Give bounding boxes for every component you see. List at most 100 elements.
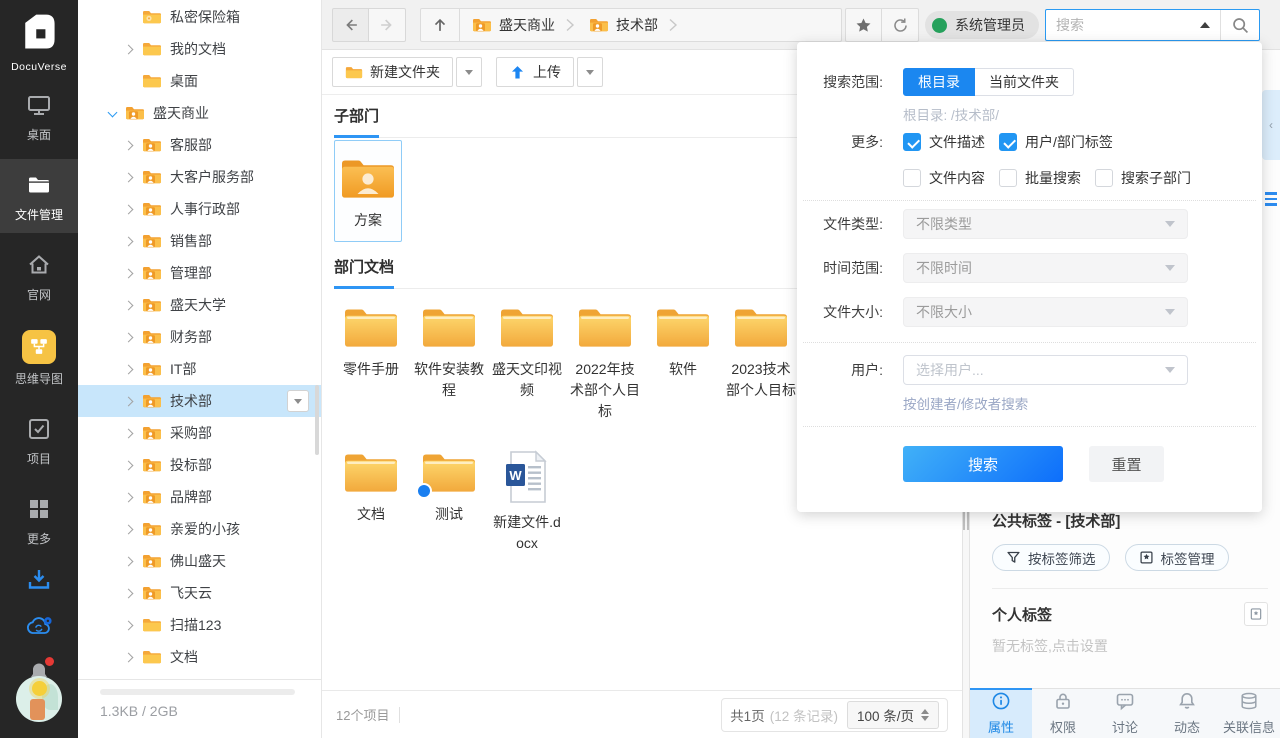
tree-item[interactable]: 盛天商业 <box>78 97 321 129</box>
chevron-right-icon[interactable] <box>122 458 136 472</box>
file-tile[interactable]: W新建文件.docx <box>488 436 566 560</box>
tree-item[interactable]: 扫描123 <box>78 609 321 641</box>
back-button[interactable] <box>332 8 369 42</box>
time-range-select[interactable]: 不限时间 <box>903 253 1188 283</box>
checkbox-unchecked-icon[interactable] <box>999 169 1017 187</box>
search-input[interactable]: 搜索 <box>1046 15 1200 35</box>
tag-manage-button[interactable]: 标签管理 <box>1125 544 1229 571</box>
new-folder-button[interactable]: 新建文件夹 <box>332 57 453 87</box>
checkbox-unchecked-icon[interactable] <box>903 169 921 187</box>
rail-item-desktop[interactable]: 桌面 <box>0 79 78 153</box>
search-option-checkbox[interactable]: 搜索子部门 <box>1095 168 1191 188</box>
search-option-checkbox[interactable]: 用户/部门标签 <box>999 132 1113 152</box>
chevron-right-icon[interactable] <box>122 426 136 440</box>
collapse-panel-icon[interactable] <box>1200 22 1210 28</box>
chevron-right-icon[interactable] <box>122 202 136 216</box>
rail-item-mindmap[interactable]: 思维导图 <box>0 319 78 397</box>
tree-item[interactable]: 飞天云 <box>78 577 321 609</box>
folder-tile[interactable]: 盛天文印视频 <box>488 291 566 428</box>
search-button[interactable]: 搜索 <box>903 446 1063 482</box>
tab-activity[interactable]: 动态 <box>1156 689 1218 738</box>
chevron-right-icon[interactable] <box>122 554 136 568</box>
folder-tile[interactable]: 2022年技术部个人目标 <box>566 291 644 428</box>
tree-item[interactable]: 大客户服务部 <box>78 161 321 193</box>
rail-item-more[interactable]: 更多 <box>0 483 78 557</box>
chevron-right-icon[interactable] <box>122 138 136 152</box>
search-box[interactable]: 搜索 <box>1045 9 1260 41</box>
chevron-right-icon[interactable] <box>122 394 136 408</box>
current-user-badge[interactable]: 系统管理员 <box>925 11 1039 39</box>
chevron-right-icon[interactable] <box>122 170 136 184</box>
tree-item[interactable]: 亲爱的小孩 <box>78 513 321 545</box>
folder-tile[interactable]: 文档 <box>332 436 410 560</box>
tree-item[interactable]: 品牌部 <box>78 481 321 513</box>
checkbox-checked-icon[interactable] <box>999 133 1017 151</box>
scope-option-current[interactable]: 当前文件夹 <box>975 68 1074 96</box>
tree-item[interactable]: 采购部 <box>78 417 321 449</box>
tree-item[interactable]: 财务部 <box>78 321 321 353</box>
tab-related[interactable]: 关联信息 <box>1218 689 1280 738</box>
file-size-select[interactable]: 不限大小 <box>903 297 1188 327</box>
tree-item[interactable]: 销售部 <box>78 225 321 257</box>
checkbox-unchecked-icon[interactable] <box>1095 169 1113 187</box>
rail-item-file-manager[interactable]: 文件管理 <box>0 159 78 233</box>
folder-tile[interactable]: 方案 <box>334 140 402 242</box>
tab-properties[interactable]: 属性 <box>970 689 1032 738</box>
tree-item[interactable]: 私密保险箱 <box>78 1 321 33</box>
search-option-checkbox[interactable]: 文件描述 <box>903 132 985 152</box>
tree-item[interactable]: 文档 <box>78 641 321 673</box>
rail-item-projects[interactable]: 项目 <box>0 403 78 477</box>
rail-item-website[interactable]: 官网 <box>0 239 78 313</box>
tree-item[interactable]: 管理部 <box>78 257 321 289</box>
tree-scrollbar-thumb[interactable] <box>315 385 319 455</box>
file-type-select[interactable]: 不限类型 <box>903 209 1188 239</box>
chevron-right-icon[interactable] <box>122 650 136 664</box>
chevron-right-icon[interactable] <box>122 522 136 536</box>
panel-collapse-button[interactable]: ‹ <box>1262 90 1280 160</box>
tree-item[interactable]: 客服部 <box>78 129 321 161</box>
reset-button[interactable]: 重置 <box>1089 446 1164 482</box>
tree-item[interactable]: IT部 <box>78 353 321 385</box>
folder-tile[interactable]: 软件安装教程 <box>410 291 488 428</box>
tree-item[interactable]: 桌面 <box>78 65 321 97</box>
chevron-down-icon[interactable] <box>105 106 119 120</box>
forward-button[interactable] <box>369 8 406 42</box>
upload-button[interactable]: 上传 <box>496 57 574 87</box>
checkbox-checked-icon[interactable] <box>903 133 921 151</box>
search-submit-button[interactable] <box>1221 10 1259 40</box>
tree-item[interactable]: 人事行政部 <box>78 193 321 225</box>
filter-by-tag-button[interactable]: 按标签筛选 <box>992 544 1110 571</box>
scope-option-root[interactable]: 根目录 <box>903 68 975 96</box>
tree-item[interactable]: 我的文档 <box>78 33 321 65</box>
chevron-right-icon[interactable] <box>122 234 136 248</box>
new-folder-menu-button[interactable] <box>456 57 482 87</box>
page-size-select[interactable]: 100 条/页 <box>847 701 939 729</box>
tree-item[interactable]: 投标部 <box>78 449 321 481</box>
user-select[interactable]: 选择用户... <box>903 355 1188 385</box>
folder-tile[interactable]: 零件手册 <box>332 291 410 428</box>
refresh-button[interactable] <box>882 8 919 42</box>
tree-item[interactable]: 盛天大学 <box>78 289 321 321</box>
chevron-right-icon[interactable] <box>122 42 136 56</box>
chevron-right-icon[interactable] <box>122 490 136 504</box>
folder-tile[interactable]: 2023技术部个人目标 <box>722 291 800 428</box>
edit-personal-tags-button[interactable] <box>1244 602 1268 626</box>
user-avatar[interactable] <box>16 676 62 722</box>
download-button[interactable] <box>0 557 78 603</box>
chevron-right-icon[interactable] <box>122 618 136 632</box>
breadcrumb-item[interactable]: 技术部 <box>577 15 660 35</box>
breadcrumb-item[interactable]: 盛天商业 <box>460 15 557 35</box>
chevron-right-icon[interactable] <box>122 586 136 600</box>
tree-item-selected[interactable]: 技术部 <box>78 385 321 417</box>
search-option-checkbox[interactable]: 批量搜索 <box>999 168 1081 188</box>
cloud-sync-button[interactable] <box>0 603 78 649</box>
chevron-right-icon[interactable] <box>122 362 136 376</box>
upload-menu-button[interactable] <box>577 57 603 87</box>
up-level-button[interactable] <box>421 9 460 41</box>
tree-item-menu-button[interactable] <box>287 390 309 412</box>
favorite-button[interactable] <box>845 8 882 42</box>
tree-item[interactable]: 佛山盛天 <box>78 545 321 577</box>
search-option-checkbox[interactable]: 文件内容 <box>903 168 985 188</box>
tab-discussion[interactable]: 讨论 <box>1094 689 1156 738</box>
tab-permissions[interactable]: 权限 <box>1032 689 1094 738</box>
